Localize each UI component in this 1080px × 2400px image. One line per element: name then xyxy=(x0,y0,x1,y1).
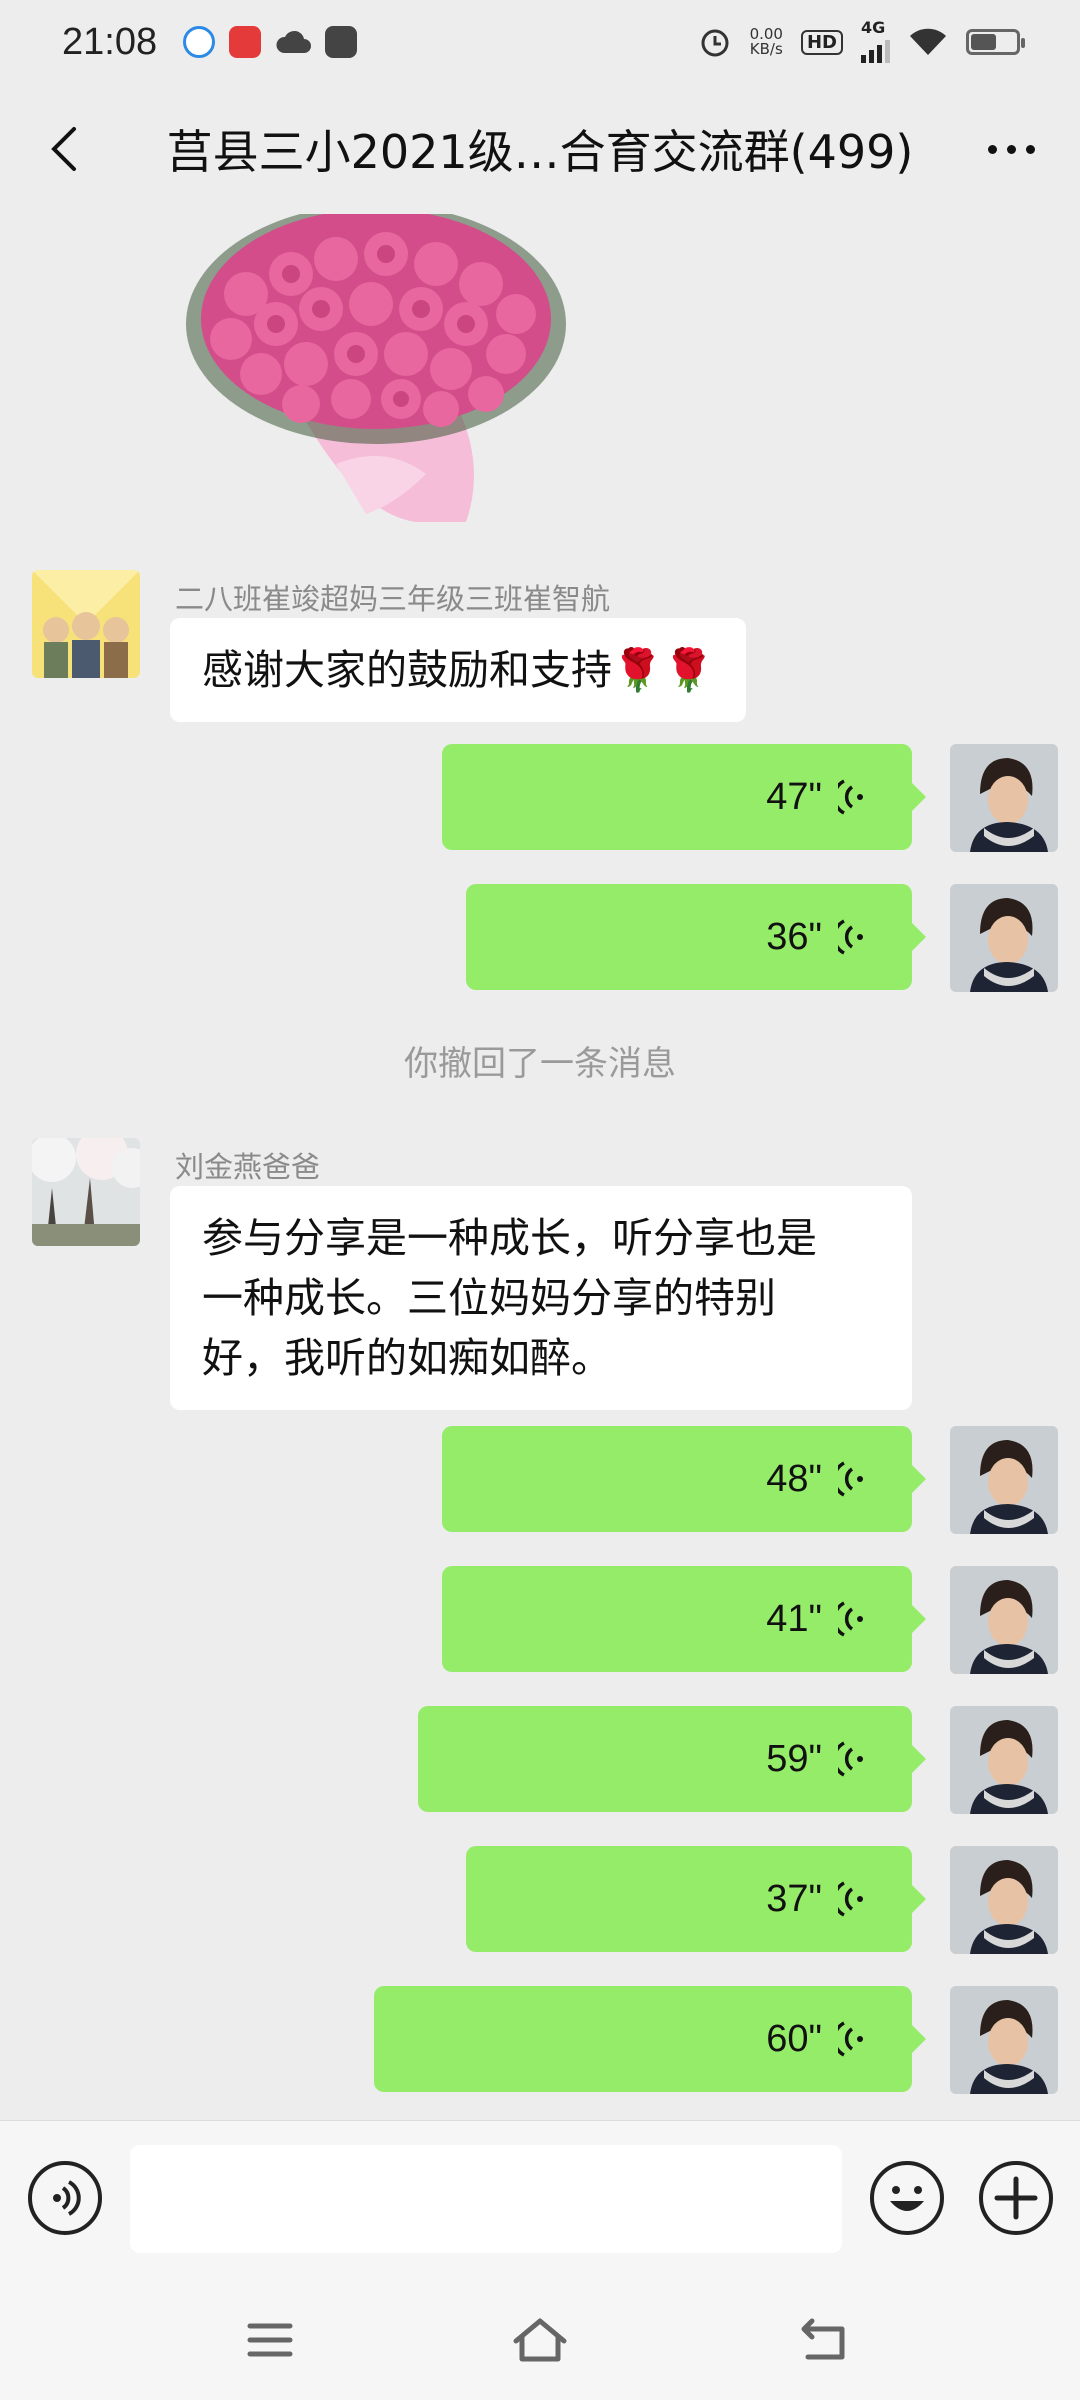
voice-message-bubble[interactable]: 59" xyxy=(418,1706,926,1812)
back-button[interactable] xyxy=(36,122,90,176)
more-dot xyxy=(1025,144,1035,154)
menu-icon xyxy=(247,2323,293,2357)
my-avatar[interactable] xyxy=(950,1846,1058,1954)
message-text: 感谢大家的鼓励和支持🌹🌹 xyxy=(202,646,715,694)
voice-message-bubble[interactable]: 37" xyxy=(466,1846,926,1952)
plus-icon xyxy=(994,2176,1038,2220)
cloud-icon xyxy=(276,30,312,53)
notification-icons xyxy=(183,26,358,58)
text-message-bubble[interactable]: 参与分享是一种成长，听分享也是 一种成长。三位妈妈分享的特别 好，我听的如痴如醉… xyxy=(170,1186,912,1410)
status-indicators: 0.00 KB/s HD 4G xyxy=(698,18,1025,63)
back-arrow-icon xyxy=(801,2318,845,2360)
more-dots-icon xyxy=(987,144,997,154)
voice-wave-icon xyxy=(838,2021,863,2057)
my-avatar[interactable] xyxy=(950,1986,1058,2094)
woman-avatar-image xyxy=(950,884,1058,992)
battery-fill xyxy=(971,34,996,50)
voice-message-bubble[interactable]: 41" xyxy=(442,1566,926,1672)
wifi-icon xyxy=(910,28,946,55)
signal-icon xyxy=(861,35,890,63)
text-message-bubble[interactable]: 感谢大家的鼓励和支持🌹🌹 xyxy=(170,618,747,722)
status-bar: 21:08 0.00 KB/s HD 4G xyxy=(0,0,1080,84)
my-avatar[interactable] xyxy=(950,1706,1058,1814)
sender-name: 二八班崔竣超妈三年级三班崔智航 xyxy=(175,582,611,616)
voice-wave-icon xyxy=(838,1601,863,1637)
voice-duration: 47" xyxy=(766,775,822,818)
heart-app-icon xyxy=(229,26,262,58)
input-bar xyxy=(0,2120,1080,2280)
chevron-left-icon xyxy=(51,127,76,171)
voice-wave-icon xyxy=(838,1461,863,1497)
smiley-icon xyxy=(890,2186,924,2211)
browser-app-icon xyxy=(183,26,216,58)
woman-avatar-image xyxy=(950,1986,1058,2094)
voice-duration: 59" xyxy=(766,1737,822,1780)
family-avatar-image xyxy=(32,570,140,678)
more-dot xyxy=(1006,144,1016,154)
voice-message-bubble[interactable]: 47" xyxy=(442,744,926,850)
voice-message-bubble[interactable]: 36" xyxy=(466,884,926,990)
chat-header: 莒县三小2021级…合育交流群(499) xyxy=(0,84,1080,214)
my-avatar[interactable] xyxy=(950,884,1058,992)
voice-duration: 36" xyxy=(766,915,822,958)
voice-duration: 41" xyxy=(766,1597,822,1640)
my-avatar[interactable] xyxy=(950,1566,1058,1674)
rose-bouquet-sticker[interactable] xyxy=(186,214,570,522)
message-text-line: 一种成长。三位妈妈分享的特别 xyxy=(202,1274,776,1322)
alarm-icon xyxy=(701,29,729,57)
voice-message-bubble[interactable]: 60" xyxy=(374,1986,926,2092)
more-functions-button[interactable] xyxy=(979,2161,1053,2235)
net-speed-unit: KB/s xyxy=(749,40,783,58)
nav-menu-button[interactable] xyxy=(235,2310,305,2370)
voice-duration: 48" xyxy=(766,1457,822,1500)
battery-icon xyxy=(966,29,1025,55)
emoji-button[interactable] xyxy=(870,2161,944,2235)
system-navigation-bar xyxy=(0,2280,1080,2400)
voice-wave-icon xyxy=(838,919,863,955)
woman-avatar-image xyxy=(950,1846,1058,1954)
blossom-avatar-image xyxy=(32,1138,140,1246)
sender-name: 刘金燕爸爸 xyxy=(175,1150,321,1184)
voice-wave-icon xyxy=(838,779,863,815)
chat-title: 莒县三小2021级…合育交流群(499) xyxy=(166,125,914,179)
system-recall-notice: 你撤回了一条消息 xyxy=(404,1044,676,1084)
more-options-button[interactable] xyxy=(976,122,1046,176)
status-time: 21:08 xyxy=(62,20,158,63)
woman-avatar-image xyxy=(950,1426,1058,1534)
avatar[interactable] xyxy=(32,570,140,678)
nav-home-button[interactable] xyxy=(505,2310,575,2370)
voice-message-bubble[interactable]: 48" xyxy=(442,1426,926,1532)
voice-duration: 60" xyxy=(766,2017,822,2060)
message-input[interactable] xyxy=(130,2145,842,2253)
hd-badge: HD xyxy=(800,29,843,55)
bag-app-icon xyxy=(325,26,358,58)
my-avatar[interactable] xyxy=(950,1426,1058,1534)
avatar[interactable] xyxy=(32,1138,140,1246)
voice-input-toggle[interactable] xyxy=(28,2161,102,2235)
woman-avatar-image xyxy=(950,1706,1058,1814)
voice-wave-icon xyxy=(53,2180,81,2216)
home-icon xyxy=(513,2318,567,2362)
voice-duration: 37" xyxy=(766,1877,822,1920)
woman-avatar-image xyxy=(950,1566,1058,1674)
woman-avatar-image xyxy=(950,744,1058,852)
signal-group: 4G xyxy=(861,18,890,63)
my-avatar[interactable] xyxy=(950,744,1058,852)
chat-message-list[interactable]: 二八班崔竣超妈三年级三班崔智航 感谢大家的鼓励和支持🌹🌹 47" 36" 你撤回… xyxy=(0,214,1080,2120)
voice-wave-icon xyxy=(838,1741,863,1777)
voice-wave-icon xyxy=(838,1881,863,1917)
net-speed: 0.00 KB/s xyxy=(750,27,783,57)
message-text-line: 好，我听的如痴如醉。 xyxy=(202,1334,612,1382)
message-text-line: 参与分享是一种成长，听分享也是 xyxy=(202,1214,817,1262)
nav-back-button[interactable] xyxy=(790,2310,860,2370)
network-type: 4G xyxy=(861,18,886,37)
